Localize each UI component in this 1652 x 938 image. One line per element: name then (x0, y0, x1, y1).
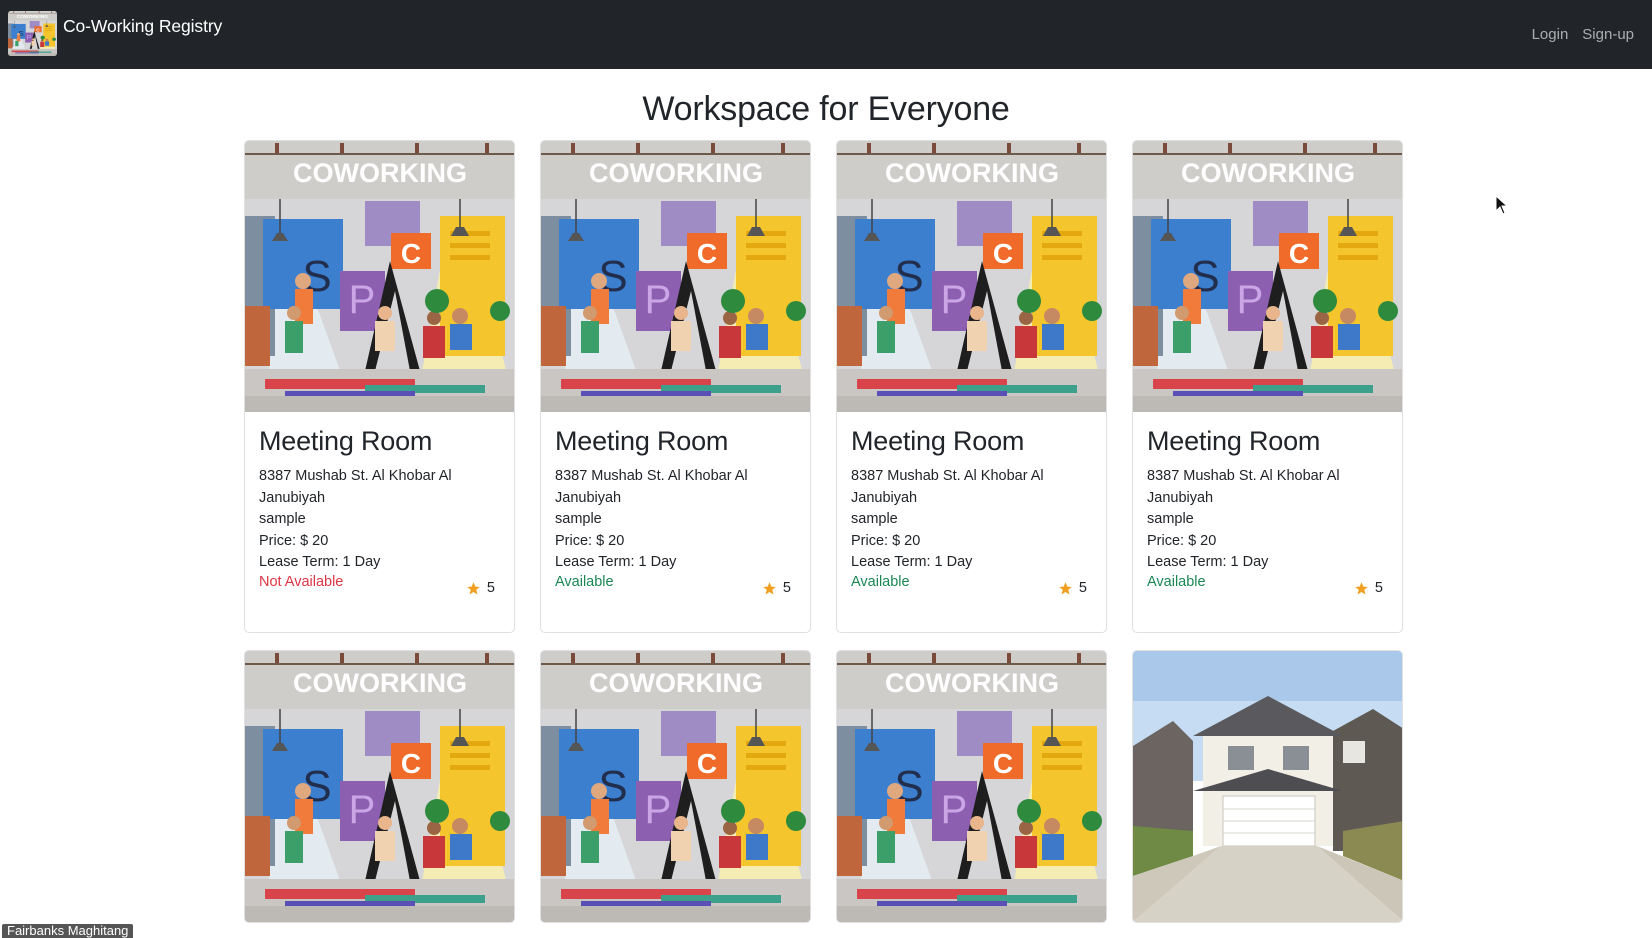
card-lease-term: Lease Term: 1 Day (1147, 554, 1269, 570)
page-title: Workspace for Everyone (642, 90, 1010, 128)
star-icon (466, 581, 481, 596)
rating: 5 (1354, 580, 1383, 596)
workspace-card[interactable] (1132, 650, 1403, 923)
card-address: 8387 Mushab St. Al Khobar Al Janubiyah (851, 468, 1044, 506)
rating: 5 (1058, 580, 1087, 596)
card-description: sample (1147, 511, 1194, 527)
brand-logo (8, 11, 57, 56)
card-body: Meeting Room 8387 Mushab St. Al Khobar A… (1133, 412, 1402, 632)
card-title: Meeting Room (259, 426, 433, 456)
card-title: Meeting Room (1147, 426, 1321, 456)
workspace-card[interactable] (244, 650, 515, 923)
status-badge: Available (1147, 574, 1206, 590)
brand-link[interactable]: Co-Working Registry (8, 11, 222, 56)
card-image[interactable] (245, 141, 515, 412)
rating-value: 5 (486, 580, 495, 596)
card-body: Meeting Room 8387 Mushab St. Al Khobar A… (837, 412, 1106, 632)
card-lease-term: Lease Term: 1 Day (259, 554, 381, 570)
card-title: Meeting Room (555, 426, 729, 456)
workspace-card[interactable]: Meeting Room 8387 Mushab St. Al Khobar A… (836, 140, 1107, 633)
star-icon (1058, 581, 1073, 596)
card-image[interactable] (541, 141, 811, 412)
card-price: Price: $ 20 (259, 532, 329, 549)
card-address: 8387 Mushab St. Al Khobar Al Janubiyah (1147, 468, 1340, 506)
card-price: Price: $ 20 (1147, 532, 1217, 549)
card-image[interactable] (837, 651, 1107, 922)
rating: 5 (762, 580, 791, 596)
rating-value: 5 (782, 580, 791, 596)
mouse-cursor-icon (1495, 195, 1509, 215)
card-title: Meeting Room (851, 426, 1025, 456)
card-address: 8387 Mushab St. Al Khobar Al Janubiyah (555, 468, 748, 506)
workspace-card[interactable]: Meeting Room 8387 Mushab St. Al Khobar A… (540, 140, 811, 633)
brand-name: Co-Working Registry (63, 16, 223, 36)
rating-value: 5 (1374, 580, 1383, 596)
rating-value: 5 (1078, 580, 1087, 596)
card-image[interactable] (245, 651, 515, 922)
workspace-card[interactable]: Meeting Room 8387 Mushab St. Al Khobar A… (244, 140, 515, 633)
card-body: Meeting Room 8387 Mushab St. Al Khobar A… (541, 412, 810, 632)
card-image[interactable] (1133, 651, 1403, 922)
status-badge: Available (555, 574, 614, 590)
card-price: Price: $ 20 (555, 532, 625, 549)
card-address: 8387 Mushab St. Al Khobar Al Janubiyah (259, 468, 452, 506)
workspace-card[interactable]: Meeting Room 8387 Mushab St. Al Khobar A… (1132, 140, 1403, 633)
card-lease-term: Lease Term: 1 Day (555, 554, 677, 570)
workspace-card[interactable] (836, 650, 1107, 923)
navbar: Co-Working Registry Login Sign-up (0, 0, 1652, 69)
card-image[interactable] (837, 141, 1107, 412)
card-price: Price: $ 20 (851, 532, 921, 549)
login-link[interactable]: Login (1532, 26, 1569, 43)
signup-link[interactable]: Sign-up (1582, 26, 1634, 43)
card-description: sample (851, 511, 898, 527)
rating: 5 (466, 580, 495, 596)
star-icon (762, 581, 777, 596)
card-image[interactable] (541, 651, 811, 922)
star-icon (1354, 581, 1369, 596)
workspace-card[interactable] (540, 650, 811, 923)
card-lease-term: Lease Term: 1 Day (851, 554, 973, 570)
nav-links: Login Sign-up (1532, 26, 1634, 43)
status-badge: Available (851, 574, 910, 590)
card-image[interactable] (1133, 141, 1403, 412)
card-description: sample (555, 511, 602, 527)
status-badge: Not Available (259, 574, 344, 590)
card-description: sample (259, 511, 306, 527)
card-body: Meeting Room 8387 Mushab St. Al Khobar A… (245, 412, 514, 632)
